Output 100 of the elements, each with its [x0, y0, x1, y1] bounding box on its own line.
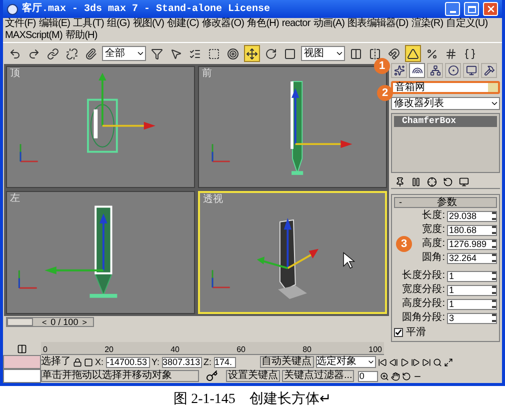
percent-icon: [426, 48, 438, 60]
set-key-button[interactable]: 设置关键点: [226, 370, 280, 382]
parameter-spinner[interactable]: 1: [447, 284, 497, 296]
y-label: Y:: [152, 358, 160, 366]
menu-item[interactable]: 修改器(O): [202, 19, 244, 29]
pin-icon[interactable]: [395, 177, 405, 187]
parameter-spinner[interactable]: 1: [447, 298, 497, 310]
pan-icon[interactable]: [391, 372, 400, 380]
axis-tripod-drawing: [18, 270, 37, 288]
selection-filter-dropdown[interactable]: 全部: [102, 46, 146, 61]
zoom-extents-icon[interactable]: [444, 358, 453, 366]
menu-item[interactable]: 组(G): [106, 19, 130, 29]
play-icon[interactable]: [400, 358, 409, 366]
viewport-label: 透视: [203, 194, 223, 204]
menu-item[interactable]: 帮助(H): [65, 31, 98, 41]
close-button[interactable]: [483, 2, 498, 16]
command-panel-tab[interactable]: [409, 62, 425, 78]
hammer-icon: [484, 64, 494, 76]
pause-icon[interactable]: [411, 177, 421, 187]
auto-key-button[interactable]: 自动关键点: [260, 356, 314, 368]
pointer-icon: [170, 48, 182, 60]
go-to-start-icon[interactable]: [378, 358, 387, 366]
command-panel-tab[interactable]: [481, 62, 497, 78]
go-to-end-icon[interactable]: [422, 358, 431, 366]
command-panel-tab[interactable]: [445, 62, 461, 78]
x-coordinate-field[interactable]: -14700.53: [106, 356, 150, 368]
next-frame-icon[interactable]: [410, 358, 420, 366]
parameter-spinner[interactable]: 1: [447, 270, 497, 282]
menu-item[interactable]: reactor: [282, 19, 310, 29]
menu-item[interactable]: 渲染(R): [411, 19, 444, 29]
z-coordinate-field[interactable]: 174.: [214, 356, 236, 368]
script-listener-field[interactable]: [3, 369, 41, 383]
object-color-swatch[interactable]: [488, 83, 498, 92]
maximize-button[interactable]: [464, 2, 479, 16]
time-slider-thumb[interactable]: [7, 318, 33, 326]
axis-tripod-drawing: [212, 270, 230, 288]
rollout-header[interactable]: - 参数: [394, 197, 497, 208]
hash-icon: [445, 48, 457, 60]
previous-frame-icon[interactable]: [388, 358, 398, 366]
track-bar[interactable]: 0 20 40 60 80 100: [41, 342, 384, 355]
orbit-icon[interactable]: [402, 372, 412, 380]
parameter-label: 圆角:: [422, 253, 445, 263]
parameter-spinner[interactable]: 29.038: [447, 210, 497, 222]
menu-item[interactable]: 角色(H): [247, 19, 279, 29]
move-gizmo-drawing: [256, 218, 319, 269]
parameter-label: 高度分段:: [402, 299, 445, 309]
command-panel-tab[interactable]: [391, 62, 407, 78]
menu-item[interactable]: 创建(C): [167, 19, 199, 29]
move-tool-button[interactable]: [244, 45, 260, 62]
y-coordinate-field[interactable]: 3807.313: [162, 356, 202, 368]
selection-status: 选择了: [41, 357, 71, 367]
menu-item[interactable]: 动画(A): [313, 19, 345, 29]
time-slider-next[interactable]: >: [82, 318, 87, 326]
command-panel-tab[interactable]: [427, 62, 443, 78]
magnet-icon: [388, 48, 400, 60]
command-panel-tab[interactable]: [463, 62, 479, 78]
menu-item[interactable]: 编辑(E): [38, 19, 70, 29]
axis-tripod-drawing: [212, 144, 230, 162]
cursor-icon: [343, 252, 356, 268]
parameter-spinner[interactable]: 3: [447, 312, 497, 324]
rollout-toggle[interactable]: -: [399, 198, 402, 207]
object-name-field[interactable]: 音箱网: [391, 81, 500, 94]
key-icon[interactable]: [206, 370, 218, 382]
reference-coordinate-dropdown[interactable]: 视图: [301, 46, 345, 61]
parameter-spinner[interactable]: 180.68: [447, 224, 497, 236]
lock-icon[interactable]: [73, 358, 82, 366]
close-icon: [486, 4, 496, 14]
crosshair-icon[interactable]: [427, 177, 437, 187]
track-tick-label: 40: [170, 346, 180, 354]
zoom-icon[interactable]: [432, 358, 442, 366]
triangle-icon: [407, 48, 419, 60]
track-tick-label: 100: [368, 346, 382, 354]
menu-item[interactable]: MAXScript(M): [5, 31, 62, 41]
menu-item[interactable]: 自定义(U): [446, 19, 488, 29]
stack-item[interactable]: ChamferBox: [394, 116, 497, 127]
braces-icon: [464, 48, 476, 60]
minimize-button[interactable]: [445, 2, 460, 16]
menu-item[interactable]: 文件(F): [5, 19, 36, 29]
key-filters-button[interactable]: 关键点过滤器...: [282, 370, 354, 382]
parameter-label: 圆角分段:: [402, 313, 445, 323]
circle-dot-icon: [448, 64, 458, 76]
rotate-icon[interactable]: [443, 177, 453, 187]
menu-item[interactable]: 工具(T): [73, 19, 104, 29]
frame-field[interactable]: 0: [358, 370, 378, 382]
rotate-icon: [265, 48, 277, 60]
track-tick-label: 80: [302, 346, 312, 354]
triangle-tool-button[interactable]: [405, 45, 421, 62]
menu-item[interactable]: 视图(V): [132, 19, 164, 29]
time-slider-prev[interactable]: <: [42, 318, 47, 326]
link-icon: [47, 48, 59, 60]
hierarchy-icon: [430, 64, 440, 76]
parameter-spinner[interactable]: 32.264: [447, 252, 497, 264]
key-mode-dropdown[interactable]: 选定对象: [316, 356, 376, 368]
clip-icon: [85, 48, 97, 60]
parameter-spinner[interactable]: 1276.989: [447, 238, 497, 250]
modifier-list-dropdown[interactable]: 修改器列表: [391, 97, 500, 110]
time-slider[interactable]: [6, 316, 94, 326]
monitor-icon[interactable]: [459, 177, 469, 187]
smooth-checkbox[interactable]: [394, 328, 403, 337]
menu-item[interactable]: 图表编辑器(D): [348, 19, 408, 29]
